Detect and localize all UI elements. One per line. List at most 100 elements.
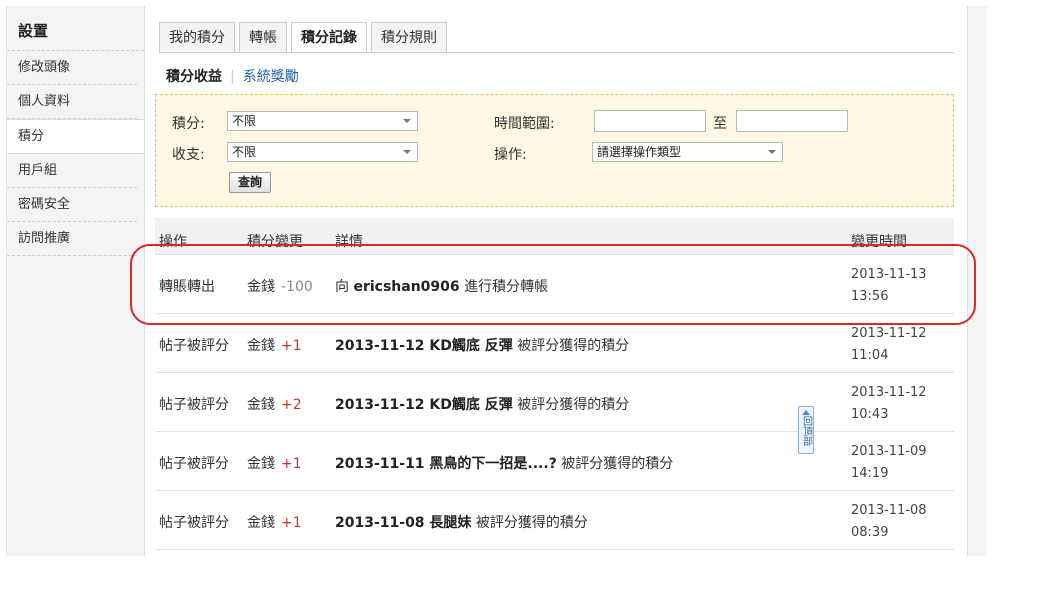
page-frame: 設置 修改頭像 個人資料 積分 用戶組 密碼安全 訪問推廣 我的積分 轉帳 積分… <box>6 6 987 556</box>
row-currency: 金錢 <box>247 515 275 531</box>
time-range-label: 時間範圍: <box>494 116 555 132</box>
row-change: 金錢 +2 <box>247 394 302 414</box>
row-amount: +1 <box>281 456 302 472</box>
row-clock: 11:04 <box>851 348 889 363</box>
row-amount: +2 <box>281 397 302 413</box>
row-detail-suffix: 被評分獲得的積分 <box>512 397 630 413</box>
subnav-system-rewards[interactable]: 系統獎勵 <box>243 69 299 85</box>
row-amount: -100 <box>281 279 313 295</box>
row-detail-post-link[interactable]: 2013-11-12 KD觸底 反彈 <box>335 338 513 354</box>
table-row: 帖子被評分 金錢 +1 2013-11-11 黑鳥的下一招是....? 被評分獲得… <box>155 432 954 491</box>
row-detail: 向 ericshan0906 進行積分轉帳 <box>335 276 548 296</box>
sidebar-item-profile[interactable]: 個人資料 <box>7 85 137 119</box>
row-operation: 轉賬轉出 <box>159 279 215 295</box>
row-detail: 2013-11-12 KD觸底 反彈 被評分獲得的積分 <box>335 335 629 355</box>
arrow-up-icon <box>802 410 810 415</box>
row-detail: 2013-11-08 長腿妹 被評分獲得的積分 <box>335 512 588 532</box>
points-tabs: 我的積分 轉帳 積分記錄 積分規則 <box>159 22 447 53</box>
back-to-top-label: 回頂部 <box>800 416 812 446</box>
table-row: 轉賬轉出 金錢 -100 向 ericshan0906 進行積分轉帳 2013-1… <box>155 255 954 314</box>
tab-points-rules[interactable]: 積分規則 <box>371 22 447 53</box>
sidebar-item-promotion[interactable]: 訪問推廣 <box>7 222 137 256</box>
points-filter-select[interactable]: 不限 <box>227 111 418 131</box>
row-currency: 金錢 <box>247 397 275 413</box>
income-filter-select[interactable]: 不限 <box>227 142 418 162</box>
chevron-down-icon <box>768 150 776 154</box>
row-detail-user[interactable]: ericshan0906 <box>353 279 459 295</box>
row-detail-suffix: 進行積分轉帳 <box>459 279 549 295</box>
sidebar-item-usergroup[interactable]: 用戶組 <box>7 154 137 188</box>
row-operation: 帖子被評分 <box>159 456 229 472</box>
start-date-input[interactable] <box>594 110 706 132</box>
tab-points-log[interactable]: 積分記錄 <box>291 22 367 53</box>
row-time: 2013-11-12 11:04 <box>851 323 927 367</box>
points-filter-value: 不限 <box>232 114 257 128</box>
table-row: 帖子被評分 金錢 +1 2013-11-12 KD觸底 反彈 被評分獲得的積分 2… <box>155 314 954 373</box>
row-currency: 金錢 <box>247 338 275 354</box>
row-detail-post-link[interactable]: 2013-11-08 長腿妹 <box>335 515 471 531</box>
row-detail-suffix: 被評分獲得的積分 <box>512 338 630 354</box>
row-detail-prefix: 向 <box>335 279 354 295</box>
row-operation: 帖子被評分 <box>159 397 229 413</box>
header-detail: 詳情 <box>335 234 363 250</box>
operation-filter-label: 操作: <box>494 147 527 163</box>
points-filter-label: 積分: <box>172 116 205 132</box>
income-filter-value: 不限 <box>232 145 257 159</box>
operation-type-value: 請選擇操作類型 <box>597 145 682 159</box>
filter-panel: 積分: 不限 收支: 不限 時間範圍: 至 操作: 請選擇操作類型 查詢 <box>155 94 954 207</box>
row-currency: 金錢 <box>247 279 275 295</box>
subnav-income[interactable]: 積分收益 <box>166 69 222 85</box>
row-clock: 08:39 <box>851 525 889 540</box>
header-time: 變更時間 <box>851 234 907 250</box>
row-detail-post-link[interactable]: 2013-11-12 KD觸底 反彈 <box>335 397 513 413</box>
to-label: 至 <box>713 116 727 132</box>
chevron-down-icon <box>403 119 411 123</box>
row-amount: +1 <box>281 338 302 354</box>
row-date: 2013-11-13 <box>851 267 927 282</box>
header-change: 積分變更 <box>247 234 303 250</box>
row-time: 2013-11-12 10:43 <box>851 382 927 426</box>
row-detail-suffix: 被評分獲得的積分 <box>556 456 674 472</box>
row-change: 金錢 +1 <box>247 512 302 532</box>
back-to-top-button[interactable]: 回頂部 <box>798 406 814 454</box>
row-operation: 帖子被評分 <box>159 515 229 531</box>
row-change: 金錢 +1 <box>247 335 302 355</box>
main-content: 我的積分 轉帳 積分記錄 積分規則 積分收益 | 系統獎勵 積分: 不限 收支: 不… <box>144 6 968 556</box>
row-date: 2013-11-09 <box>851 444 927 459</box>
row-time: 2013-11-13 13:56 <box>851 264 927 308</box>
row-change: 金錢 -100 <box>247 276 313 296</box>
points-log-table: 操作 積分變更 詳情 變更時間 轉賬轉出 金錢 -100 向 ericshan09… <box>155 218 954 550</box>
row-amount: +1 <box>281 515 302 531</box>
row-detail-suffix: 被評分獲得的積分 <box>471 515 588 531</box>
sidebar-item-points[interactable]: 積分 <box>7 119 144 154</box>
row-time: 2013-11-09 14:19 <box>851 441 927 485</box>
row-currency: 金錢 <box>247 456 275 472</box>
row-detail: 2013-11-12 KD觸底 反彈 被評分獲得的積分 <box>335 394 629 414</box>
tab-transfer[interactable]: 轉帳 <box>239 22 287 53</box>
row-detail: 2013-11-11 黑鳥的下一招是....? 被評分獲得的積分 <box>335 453 673 473</box>
operation-type-select[interactable]: 請選擇操作類型 <box>592 142 783 162</box>
end-date-input[interactable] <box>736 110 848 132</box>
row-operation: 帖子被評分 <box>159 338 229 354</box>
subnav: 積分收益 | 系統獎勵 <box>166 66 299 86</box>
tabs-divider <box>159 52 954 53</box>
tab-my-points[interactable]: 我的積分 <box>159 22 235 53</box>
subnav-separator: | <box>230 69 235 85</box>
row-clock: 14:19 <box>851 466 889 481</box>
row-clock: 13:56 <box>851 289 889 304</box>
row-date: 2013-11-12 <box>851 385 927 400</box>
chevron-down-icon <box>403 150 411 154</box>
sidebar-item-password[interactable]: 密碼安全 <box>7 188 137 222</box>
sidebar-item-avatar[interactable]: 修改頭像 <box>7 51 137 85</box>
row-date: 2013-11-08 <box>851 503 927 518</box>
settings-sidebar: 設置 修改頭像 個人資料 積分 用戶組 密碼安全 訪問推廣 <box>7 6 144 256</box>
row-clock: 10:43 <box>851 407 889 422</box>
table-row: 帖子被評分 金錢 +1 2013-11-08 長腿妹 被評分獲得的積分 2013-… <box>155 491 954 550</box>
header-operation: 操作 <box>159 234 187 250</box>
sidebar-title: 設置 <box>7 6 144 51</box>
table-row: 帖子被評分 金錢 +2 2013-11-12 KD觸底 反彈 被評分獲得的積分 2… <box>155 373 954 432</box>
row-detail-post-link[interactable]: 2013-11-11 黑鳥的下一招是....? <box>335 456 557 472</box>
row-change: 金錢 +1 <box>247 453 302 473</box>
query-button[interactable]: 查詢 <box>229 172 272 193</box>
row-date: 2013-11-12 <box>851 326 927 341</box>
